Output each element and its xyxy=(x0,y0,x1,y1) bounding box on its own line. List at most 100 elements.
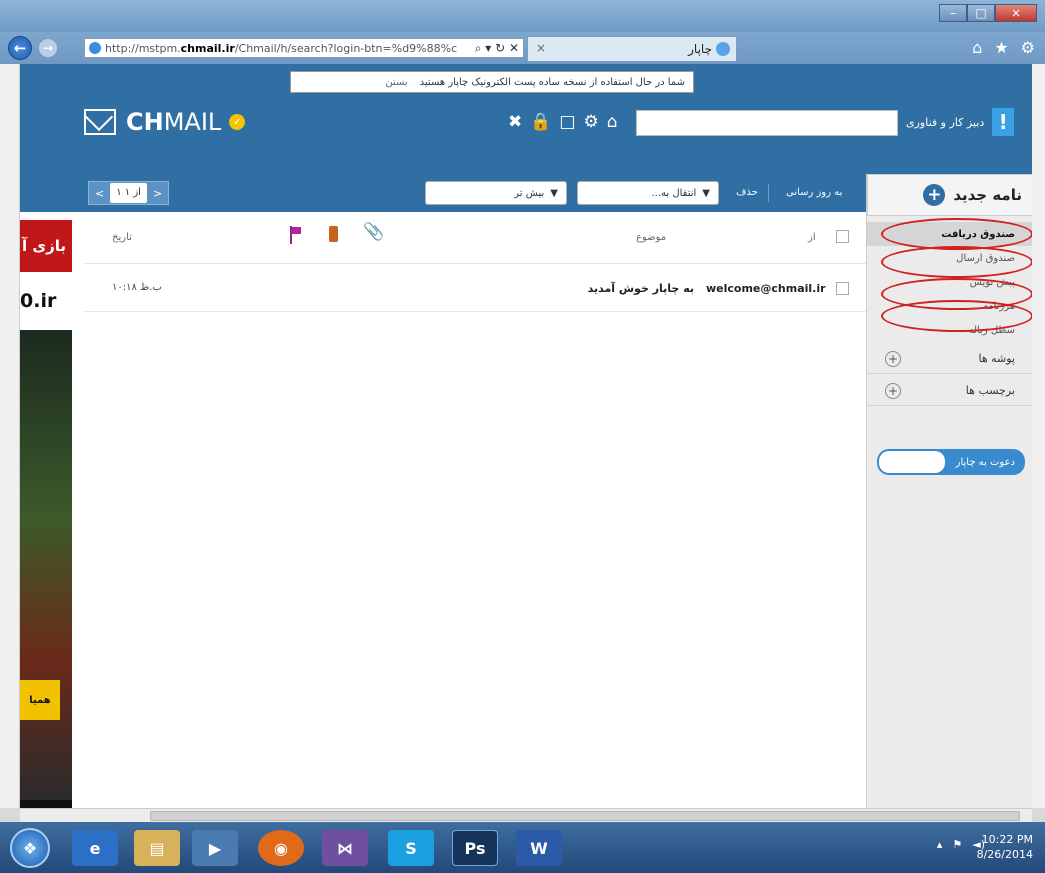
mobile-icon[interactable]: □ xyxy=(559,112,575,132)
lock-icon[interactable]: 🔒 xyxy=(530,112,551,132)
window-controls: – □ × xyxy=(939,4,1037,22)
app-header: شما در حال استفاده از نسخه ساده پست الکت… xyxy=(20,64,1032,174)
logo-check-icon: ✓ xyxy=(229,114,246,130)
exclamation-logo-icon: ! xyxy=(992,108,1015,136)
browser-navbar: ← → http://mstpm. chmail.ir/Chmail/h/sear… xyxy=(0,32,1045,64)
annotation-circle xyxy=(881,246,1032,278)
tab-title: چاپار xyxy=(688,42,712,56)
brand-text: دبیز کار و فناوری xyxy=(906,115,985,129)
favorites-star-icon[interactable]: ★ xyxy=(994,38,1008,57)
refresh-button[interactable]: به روز رسانی xyxy=(786,187,842,198)
column-from[interactable]: از xyxy=(808,232,816,243)
arrow-right-icon: → xyxy=(42,41,54,55)
invite-label[interactable]: دعوت به چاپار xyxy=(956,457,1015,468)
pager: < ۱ از ۱ > xyxy=(88,181,170,205)
home-icon[interactable]: ⌂ xyxy=(607,112,618,132)
ad-badge: همیا xyxy=(20,680,60,720)
browser-tab[interactable]: چاپار × xyxy=(527,36,737,62)
add-folder-icon[interactable]: + xyxy=(885,350,901,367)
chmail-logo[interactable]: CH MAIL ✓ xyxy=(84,108,246,136)
address-bar[interactable]: http://mstpm. chmail.ir/Chmail/h/search?l… xyxy=(84,38,524,58)
section-labels[interactable]: برچسب ها + xyxy=(867,376,1032,406)
message-checkbox[interactable] xyxy=(836,282,849,295)
tray-expand-icon[interactable]: ▴ xyxy=(937,838,943,851)
mail-toolbar: < ۱ از ۱ > ▼ بیش تر ▼ انتقال به... حذف ب… xyxy=(20,174,866,212)
message-list-header: تاریخ 📎 موضوع از xyxy=(84,212,866,264)
maximize-button[interactable]: □ xyxy=(967,4,995,22)
delete-button[interactable]: حذف xyxy=(736,187,758,198)
toolbar-divider xyxy=(768,184,769,202)
column-date[interactable]: تاریخ xyxy=(112,232,132,243)
forward-button[interactable]: → xyxy=(38,38,58,58)
annotation-circle xyxy=(881,300,1032,332)
next-page-button[interactable]: > xyxy=(147,187,168,200)
notice-text: شما در حال استفاده از نسخه ساده پست الکت… xyxy=(419,76,685,88)
windows-logo-icon: ❖ xyxy=(22,838,38,858)
gear-icon[interactable]: ⚙ xyxy=(583,112,598,132)
right-scrollbar[interactable] xyxy=(1032,64,1045,808)
media-player-icon[interactable]: ▶ xyxy=(192,830,238,866)
horizontal-scroll-thumb[interactable] xyxy=(150,811,1020,821)
home-icon[interactable]: ⌂ xyxy=(972,38,982,57)
webmail-page: شما در حال استفاده از نسخه ساده پست الکت… xyxy=(20,64,1032,808)
compose-button[interactable]: نامه جدید + xyxy=(867,174,1032,216)
chevron-down-icon: ▼ xyxy=(702,187,710,199)
start-button[interactable]: ❖ xyxy=(10,828,50,868)
section-folders[interactable]: پوشه ها + xyxy=(867,344,1032,374)
tools-x-icon[interactable]: ✖ xyxy=(508,112,522,132)
attachment-icon[interactable]: 📎 xyxy=(363,222,384,242)
plus-circle-icon: + xyxy=(923,184,946,206)
photoshop-icon[interactable]: Ps xyxy=(452,830,498,866)
windows-taskbar: ❖ e ▤ ▶ ◉ ⋈ S Ps W ▴ ⚑ ◄) 10:22 PM 8/26/… xyxy=(0,822,1045,873)
file-explorer-icon[interactable]: ▤ xyxy=(134,830,180,866)
horizontal-scrollbar[interactable] xyxy=(20,808,1032,822)
site-favicon-icon xyxy=(89,42,101,54)
add-label-icon[interactable]: + xyxy=(885,382,901,399)
skype-icon[interactable]: S xyxy=(388,830,434,866)
ad-headline: بازی آ xyxy=(20,220,72,272)
search-input[interactable] xyxy=(636,110,898,136)
message-subject[interactable]: به چاپار خوش آمدید xyxy=(554,282,694,295)
logo-text-thin: MAIL xyxy=(163,108,222,136)
prev-page-button[interactable]: < xyxy=(89,187,110,200)
address-host: chmail.ir xyxy=(180,41,235,55)
priority-tag-icon[interactable] xyxy=(329,226,338,242)
action-center-flag-icon[interactable]: ⚑ xyxy=(952,838,962,851)
arrow-left-icon: ← xyxy=(13,39,27,57)
compose-label: نامه جدید xyxy=(953,186,1022,204)
section-labels-label: برچسب ها xyxy=(965,384,1015,397)
back-button[interactable]: ← xyxy=(8,36,32,60)
address-tools[interactable]: ⌕ ▾ ↻ ✕ xyxy=(475,41,519,56)
more-actions-label: بیش تر xyxy=(514,187,545,199)
invite-box: دعوت به چاپار xyxy=(877,449,1025,475)
visual-studio-icon[interactable]: ⋈ xyxy=(322,830,368,866)
message-sender[interactable]: welcome@chmail.ir xyxy=(706,282,826,295)
more-actions-select[interactable]: ▼ بیش تر xyxy=(425,181,567,205)
header-icon-group: ✖ 🔒 □ ⚙ ⌂ xyxy=(508,112,618,132)
left-scrollbar[interactable] xyxy=(0,64,20,808)
message-date: ۱۰:۱۸ ب.ظ xyxy=(112,282,162,293)
side-advertisement[interactable]: بازی آ 0.ir همیا xyxy=(20,220,72,808)
flag-icon[interactable] xyxy=(290,226,304,244)
message-row[interactable]: ۱۰:۱۸ ب.ظ به چاپار خوش آمدید welcome@chm… xyxy=(84,264,866,312)
invite-email-input[interactable] xyxy=(879,451,945,473)
word-icon[interactable]: W xyxy=(516,830,562,866)
internet-explorer-icon[interactable]: e xyxy=(72,830,118,866)
browser-tools: ⌂ ★ ⚙ xyxy=(972,38,1035,57)
chevron-down-icon: ▼ xyxy=(550,187,558,199)
page-count: ۱ از ۱ xyxy=(110,183,147,203)
firefox-icon[interactable]: ◉ xyxy=(258,830,304,866)
taskbar-clock[interactable]: 10:22 PM 8/26/2014 xyxy=(977,832,1033,862)
window-titlebar: – □ × xyxy=(0,0,1045,32)
settings-gear-icon[interactable]: ⚙ xyxy=(1021,38,1035,57)
select-all-checkbox[interactable] xyxy=(836,230,849,243)
envelope-icon xyxy=(84,109,116,135)
notice-close-link[interactable]: بستن xyxy=(385,77,407,88)
tab-close-icon[interactable]: × xyxy=(536,41,546,55)
ad-domain: 0.ir xyxy=(20,272,72,330)
column-subject[interactable]: موضوع xyxy=(636,232,666,243)
move-to-select[interactable]: ▼ انتقال به... xyxy=(577,181,719,205)
minimize-button[interactable]: – xyxy=(939,4,967,22)
close-window-button[interactable]: × xyxy=(995,4,1037,22)
logo-text-bold: CH xyxy=(126,108,164,136)
